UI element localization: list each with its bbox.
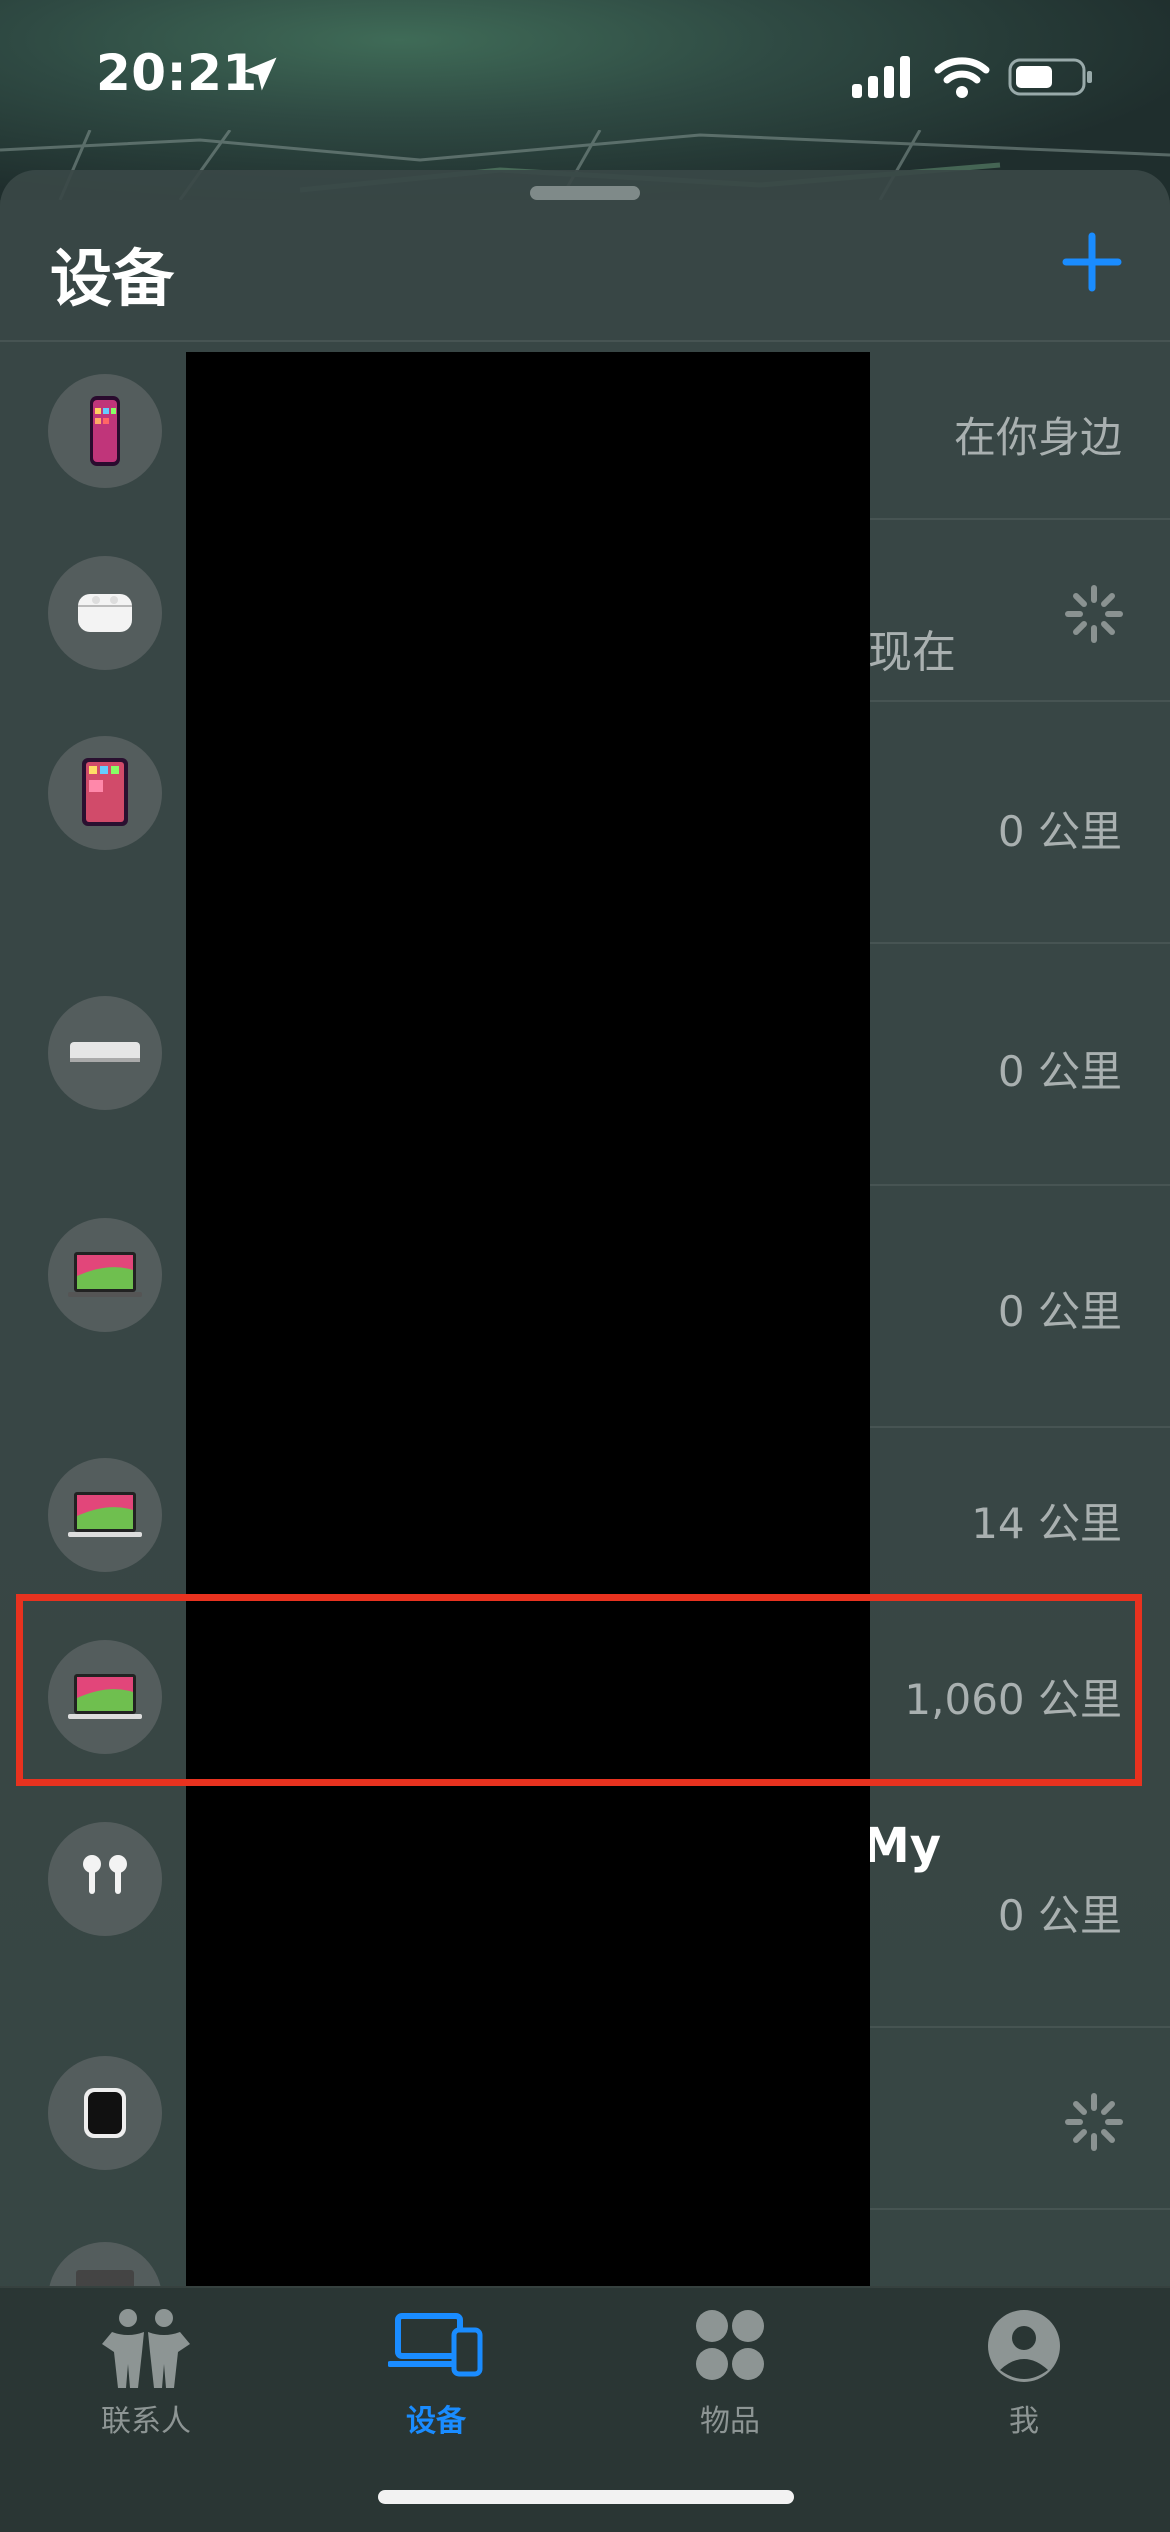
device-avatar [48, 1458, 162, 1572]
device-status: 现在 [868, 627, 956, 678]
cellular-signal-icon [852, 56, 910, 98]
wifi-icon [934, 57, 990, 98]
tab-people[interactable]: 联系人 [46, 2308, 246, 2448]
device-avatar [48, 1822, 162, 1936]
tab-me-label: 我 [1009, 2404, 1039, 2439]
device-avatar [48, 736, 162, 850]
redaction-block [186, 352, 870, 2300]
me-icon [988, 2310, 1060, 2382]
iphone-icon [90, 396, 120, 466]
device-status: 0 公里 [997, 1287, 1122, 1336]
macbook-icon [68, 1252, 142, 1297]
airpods-icon [83, 1855, 127, 1894]
loading-spinner-icon [1065, 2093, 1123, 2151]
ipad-icon [82, 758, 128, 826]
device-status: 0 公里 [997, 1891, 1122, 1940]
tab-items-label: 物品 [700, 2404, 760, 2439]
device-avatar [48, 556, 162, 670]
tab-devices[interactable]: 设备 [336, 2308, 536, 2448]
device-avatar [48, 2056, 162, 2170]
devices-icon [388, 2313, 483, 2377]
status-time: 20:21 [96, 44, 258, 102]
apple-watch-icon [84, 2088, 126, 2138]
macbook-icon [68, 1492, 142, 1537]
people-icon [102, 2309, 190, 2388]
selection-highlight [16, 1594, 1142, 1786]
device-avatar [48, 2242, 162, 2286]
find-my-screen: 20:21 设备 在你身边 现在 0 公里 0 公里 0 公里 14 公里 1,… [0, 0, 1170, 2532]
header-divider [0, 340, 1170, 342]
tab-devices-label: 设备 [406, 2404, 466, 2439]
device-status: 0 公里 [997, 1047, 1122, 1096]
mac-icon [76, 2270, 134, 2286]
loading-spinner-icon [1065, 585, 1123, 643]
tab-people-label: 联系人 [101, 2404, 191, 2439]
airpods-pro-case-icon [78, 594, 132, 632]
mac-mini-icon [70, 1042, 140, 1062]
battery-icon [1008, 58, 1092, 96]
device-name: My [862, 1818, 942, 1874]
device-avatar [48, 1218, 162, 1332]
home-indicator[interactable] [378, 2490, 794, 2504]
tab-me[interactable]: 我 [924, 2308, 1124, 2448]
sheet-grabber[interactable] [530, 186, 640, 200]
page-title: 设备 [50, 242, 175, 315]
tab-items[interactable]: 物品 [630, 2308, 830, 2448]
status-bar: 20:21 [0, 0, 1170, 150]
device-avatar [48, 996, 162, 1110]
device-status: 14 公里 [971, 1499, 1122, 1548]
device-status: 0 公里 [997, 807, 1122, 856]
items-icon [696, 2310, 764, 2380]
add-icon[interactable] [1062, 232, 1122, 292]
device-status: 在你身边 [953, 413, 1122, 462]
device-avatar [48, 374, 162, 488]
location-arrow-icon [243, 57, 277, 91]
